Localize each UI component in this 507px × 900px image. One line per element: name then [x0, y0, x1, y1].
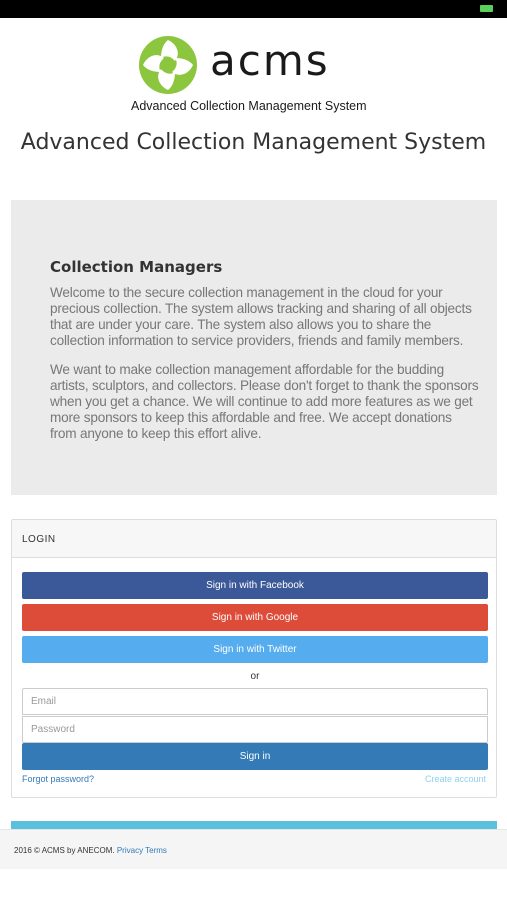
- sign-in-facebook-button[interactable]: Sign in with Facebook: [22, 572, 488, 599]
- intro-paragraph-welcome: Welcome to the secure collection managem…: [50, 285, 472, 348]
- terms-link[interactable]: Terms: [145, 846, 167, 855]
- login-panel: LOGIN Sign in with Facebook Sign in with…: [11, 519, 497, 798]
- footer-text: 2016 © ACMS by ANECOM. Privacy Terms: [14, 846, 167, 855]
- sign-in-twitter-button[interactable]: Sign in with Twitter: [22, 636, 488, 663]
- intro-panel: Collection Managers Welcome to the secur…: [11, 200, 497, 495]
- footer: 2016 © ACMS by ANECOM. Privacy Terms: [0, 829, 507, 869]
- intro-paragraph-sponsors: We want to make collection management af…: [50, 362, 479, 441]
- intro-heading: Collection Managers: [50, 258, 223, 276]
- login-panel-header: LOGIN: [12, 520, 496, 558]
- page-title: Advanced Collection Management System: [20, 130, 487, 155]
- logo: acms Advanced Collection Management Syst…: [0, 30, 507, 120]
- copyright-text: 2016 © ACMS by ANECOM.: [14, 846, 115, 855]
- login-title: LOGIN: [22, 534, 56, 545]
- password-field[interactable]: [22, 716, 488, 743]
- sign-in-google-button[interactable]: Sign in with Google: [22, 604, 488, 631]
- privacy-link[interactable]: Privacy: [117, 846, 143, 855]
- or-divider: or: [250, 671, 260, 682]
- acms-logo-icon: [139, 36, 197, 94]
- acms-wordmark: acms: [210, 36, 330, 85]
- create-account-link[interactable]: Create account: [425, 774, 486, 784]
- status-bar: [0, 0, 507, 18]
- logo-tagline: Advanced Collection Management System: [131, 99, 367, 113]
- battery-icon: [480, 5, 493, 12]
- info-strip: [11, 821, 497, 829]
- sign-in-button[interactable]: Sign in: [22, 743, 488, 770]
- forgot-password-link[interactable]: Forgot password?: [22, 774, 94, 784]
- email-field[interactable]: [22, 688, 488, 715]
